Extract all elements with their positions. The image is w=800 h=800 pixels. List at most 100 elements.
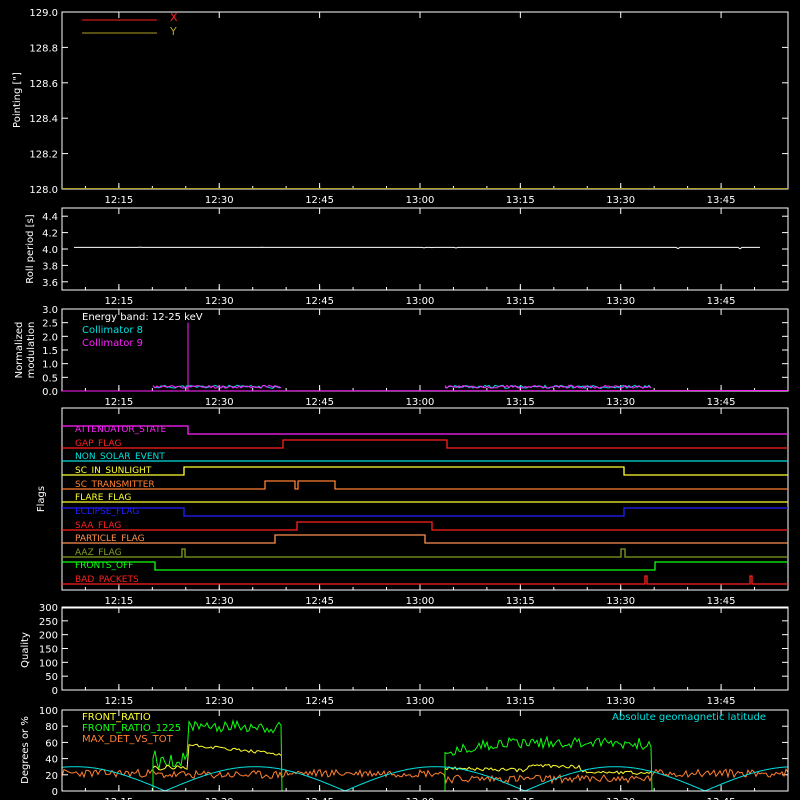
flag-line-gap_flag xyxy=(62,439,788,449)
ratios-ytick-label: 100 xyxy=(39,706,58,717)
pointing-ytick-label: 128.0 xyxy=(29,185,58,196)
roll-frame xyxy=(61,207,789,291)
legend-x-label: X xyxy=(170,11,178,24)
mod-ylabel-1: Normalized xyxy=(14,322,25,379)
roll-ytick-label: 4.0 xyxy=(42,245,58,256)
pointing-xtick-label: 12:15 xyxy=(104,195,133,206)
modulation-xtick-label: 12:30 xyxy=(205,397,234,408)
flag-line-particle_flag xyxy=(62,534,788,544)
modulation-ytick-label: 2.5 xyxy=(42,319,58,330)
roll-ytick-label: 4.2 xyxy=(42,229,58,240)
front-ratio-1225-series xyxy=(444,735,653,792)
modulation-ytick-label: 2.0 xyxy=(42,332,58,343)
flag-label-fronts_off: FRONTS_OFF xyxy=(75,561,133,571)
modulation-xtick-label: 12:15 xyxy=(104,397,133,408)
roll-ytick-label: 3.8 xyxy=(42,261,58,272)
quality-xtick-label: 12:30 xyxy=(205,696,234,707)
quality-ytick-label: 0 xyxy=(52,686,58,697)
pointing-xtick-label: 12:45 xyxy=(305,195,334,206)
pointing-xtick-label: 13:45 xyxy=(707,195,736,206)
flags-xtick-label: 12:30 xyxy=(205,596,234,607)
flag-line-saa_flag xyxy=(62,521,788,531)
roll-ylabel: Roll period [s] xyxy=(25,214,36,283)
modulation-ytick-label: 0.0 xyxy=(42,387,58,398)
ratios-ytick-label: 60 xyxy=(45,738,58,749)
quality-ytick-label: 50 xyxy=(45,672,58,683)
pointing-xtick-label: 13:00 xyxy=(406,195,435,206)
flags-xtick-label: 12:15 xyxy=(104,596,133,607)
ratios-legend-maxdet: MAX_DET_VS_TOT xyxy=(82,734,174,745)
roll-xtick-label: 13:45 xyxy=(707,296,736,307)
quality-ytick-label: 300 xyxy=(39,603,58,614)
pointing-ytick-label: 129.0 xyxy=(29,8,58,19)
flag-label-saa_flag: SAA_FLAG xyxy=(75,521,121,531)
modulation-ytick-label: 0.5 xyxy=(42,373,58,384)
flag-label-sc_transmitter: SC_TRANSMITTER xyxy=(75,480,155,490)
quality-xtick-label: 13:30 xyxy=(606,696,635,707)
modulation-ytick-label: 1.5 xyxy=(42,346,58,357)
quality-ytick-label: 100 xyxy=(39,658,58,669)
flags-frame xyxy=(61,407,789,591)
ratios-legend-front1225: FRONT_RATIO_1225 xyxy=(82,723,181,734)
mod-ylabel-2: modulation xyxy=(26,322,37,379)
mod-legend-coll9: Collimator 9 xyxy=(82,338,143,349)
flags-xtick-label: 13:45 xyxy=(707,596,736,607)
pointing-ytick-label: 128.4 xyxy=(29,114,58,125)
roll-ytick-label: 3.6 xyxy=(42,278,58,289)
modulation-xtick-label: 13:00 xyxy=(406,397,435,408)
pointing-ytick-label: 128.8 xyxy=(29,43,58,54)
ratios-ylabel: Degrees or % xyxy=(20,716,31,784)
mod-legend-band: Energy band: 12-25 keV xyxy=(82,312,203,323)
pointing-xtick-label: 13:15 xyxy=(506,195,535,206)
flag-line-attenuator_state xyxy=(62,425,788,435)
flags-xtick-label: 13:15 xyxy=(506,596,535,607)
flag-line-sc_transmitter xyxy=(62,480,788,490)
flag-label-aaz_flag: AAZ_FLAG xyxy=(75,548,122,558)
flag-line-aaz_flag xyxy=(62,548,788,558)
pointing-xtick-label: 12:30 xyxy=(205,195,234,206)
flags-xtick-label: 13:30 xyxy=(606,596,635,607)
pointing-frame xyxy=(61,11,789,190)
ratios-legend-front: FRONT_RATIO xyxy=(82,712,151,723)
quality-ytick-label: 200 xyxy=(39,631,58,642)
roll-xtick-label: 12:15 xyxy=(104,296,133,307)
pointing-ytick-label: 128.2 xyxy=(29,150,58,161)
quality-ytick-label: 150 xyxy=(39,645,58,656)
flag-label-sc_in_sunlight: SC_IN_SUNLIGHT xyxy=(75,466,152,476)
modulation-ytick-label: 3.0 xyxy=(42,305,58,316)
flag-line-sc_in_sunlight xyxy=(62,466,788,476)
flag-label-attenuator_state: ATTENUATOR_STATE xyxy=(75,425,167,435)
flags-ylabel: Flags xyxy=(36,486,47,512)
flag-label-bad_packets: BAD_PACKETS xyxy=(75,575,139,585)
flags-xtick-label: 13:00 xyxy=(406,596,435,607)
quality-xtick-label: 12:15 xyxy=(104,696,133,707)
flag-line-eclipse_flag xyxy=(62,507,788,517)
modulation-xtick-label: 13:15 xyxy=(506,397,535,408)
front-ratio-series xyxy=(152,743,282,771)
flag-line-fronts_off xyxy=(62,561,788,571)
pointing-ytick-label: 128.6 xyxy=(29,79,58,90)
quality-xtick-label: 13:15 xyxy=(506,696,535,707)
ratios-annotation: Absolute geomagnetic latitude xyxy=(612,712,766,723)
flag-label-flare_flag: FLARE_FLAG xyxy=(75,493,131,503)
roll-xtick-label: 12:45 xyxy=(305,296,334,307)
rhessi-summary-chart: 12:15 12:30 12:45 13:00 13:15 13:30 13:45 129.0… xyxy=(12,8,789,800)
quality-frame xyxy=(61,606,789,691)
pointing-xtick-label: 13:30 xyxy=(606,195,635,206)
quality-xtick-label: 13:45 xyxy=(707,696,736,707)
quality-ylabel: Quality xyxy=(20,632,31,668)
modulation-ytick-label: 1.0 xyxy=(42,360,58,371)
flags-xtick-label: 12:45 xyxy=(305,596,334,607)
flag-label-non_solar_event: NON_SOLAR_EVENT xyxy=(75,452,165,462)
flag-label-eclipse_flag: ECLIPSE_FLAG xyxy=(75,507,139,517)
roll-ytick-label: 4.4 xyxy=(42,212,58,223)
pointing-ylabel: Pointing ["] xyxy=(12,72,23,128)
flag-label-gap_flag: GAP_FLAG xyxy=(75,439,121,449)
modulation-xtick-label: 13:30 xyxy=(606,397,635,408)
modulation-xtick-label: 13:45 xyxy=(707,397,736,408)
geomag-latitude-series xyxy=(61,766,789,792)
modulation-xtick-label: 12:45 xyxy=(305,397,334,408)
roll-xtick-label: 13:30 xyxy=(606,296,635,307)
roll-xtick-label: 12:30 xyxy=(205,296,234,307)
quality-ytick-label: 250 xyxy=(39,617,58,628)
